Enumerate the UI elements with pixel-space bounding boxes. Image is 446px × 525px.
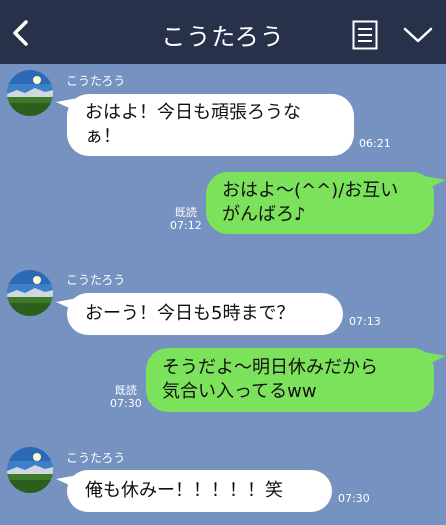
message-text: ぁ！ [85, 126, 121, 147]
chevron-down-icon [403, 27, 433, 43]
message-text: 気合い入ってるww [162, 381, 317, 402]
message-text: おーう！今日も5時まで？ [85, 303, 295, 324]
timestamp: 06:21 [359, 137, 391, 150]
read-receipt: 既読 07:12 [170, 206, 202, 232]
sender-name: こうたろう [66, 74, 126, 88]
avatar[interactable] [7, 447, 53, 493]
avatar[interactable] [7, 70, 53, 116]
message-bubble[interactable]: そうだよ〜明日休みだから 気合い入ってるww [146, 348, 434, 412]
message-bubble[interactable]: おーう！今日も5時まで？ [67, 293, 343, 335]
message-text: がんばろ♪ [222, 204, 306, 225]
avatar[interactable] [7, 270, 53, 316]
sender-name: こうたろう [66, 451, 126, 465]
menu-button[interactable] [352, 20, 378, 50]
chat-header: こうたろう [0, 0, 446, 64]
chat-title: こうたろう [161, 23, 285, 51]
read-receipt: 既読 07:30 [110, 384, 142, 410]
message-text: そうだよ〜明日休みだから [162, 357, 378, 378]
message-text: 俺も休みー！！！！！笑 [85, 480, 283, 501]
landscape-avatar-icon [7, 70, 53, 116]
message-bubble[interactable]: おはよ〜(^^)/お互い がんばろ♪ [206, 172, 434, 234]
timestamp: 07:13 [349, 315, 381, 328]
timestamp: 07:30 [338, 492, 370, 505]
list-menu-icon [352, 20, 378, 50]
bubble-tail [424, 352, 446, 366]
landscape-avatar-icon [7, 270, 53, 316]
bubble-tail [424, 176, 446, 190]
message-text: おはよ！今日も頑張ろうな [85, 102, 301, 123]
options-button[interactable] [402, 24, 434, 46]
message-text: おはよ〜(^^)/お互い [222, 180, 399, 201]
message-bubble[interactable]: 俺も休みー！！！！！笑 [67, 470, 332, 512]
message-bubble[interactable]: おはよ！今日も頑張ろうな ぁ！ [67, 94, 354, 156]
landscape-avatar-icon [7, 447, 53, 493]
sender-name: こうたろう [66, 273, 126, 287]
